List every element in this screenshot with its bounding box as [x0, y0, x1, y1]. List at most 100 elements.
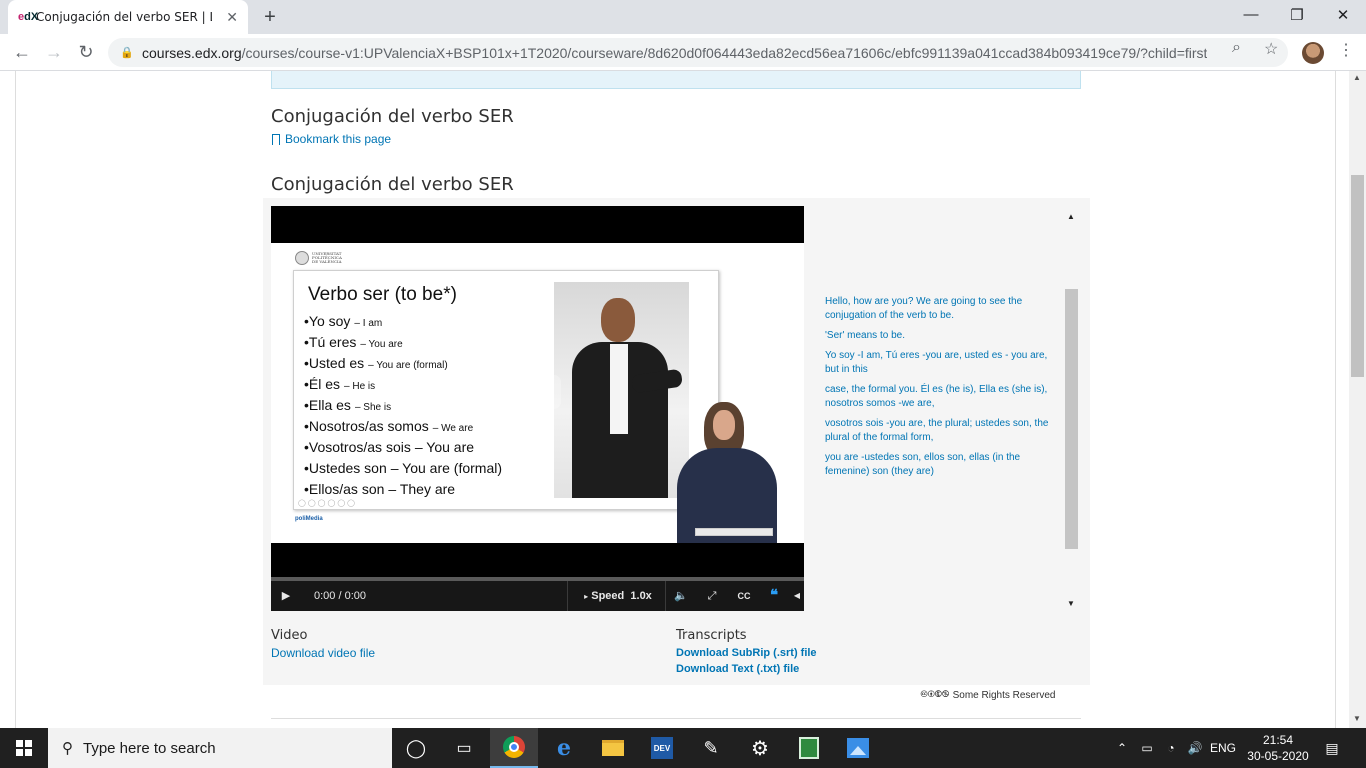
- file-explorer-taskbar-icon[interactable]: [589, 728, 637, 768]
- chart-app-taskbar-icon[interactable]: [785, 728, 833, 768]
- collapse-arrow-icon[interactable]: ◀: [790, 581, 804, 611]
- slide-bullet: • Yo soy – I am: [304, 313, 502, 334]
- notifications-icon[interactable]: ▤: [1320, 728, 1344, 768]
- video-player[interactable]: UNIVERSITAT POLITÈCNICA DE VALÈNCIA Verb…: [271, 206, 804, 611]
- url-host: courses.edx.org: [142, 44, 242, 61]
- play-icon[interactable]: ▶: [275, 581, 297, 611]
- video-controls: ▶ 0:00 / 0:00 ▸ Speed 1.0x 🔈 ⤢ CC ❝ ◀: [271, 581, 804, 611]
- taskbar-clock[interactable]: 21:54 30-05-2020: [1246, 732, 1310, 764]
- tab-title: Conjugación del verbo SER | La n: [36, 10, 212, 24]
- bullet-spanish: Él es: [308, 376, 341, 392]
- big-play-icon[interactable]: [513, 375, 561, 409]
- maximize-button[interactable]: ❐: [1282, 6, 1312, 24]
- slide-title: Verbo ser (to be*): [308, 284, 457, 305]
- battery-icon[interactable]: ▭: [1136, 728, 1158, 768]
- new-tab-button[interactable]: +: [260, 6, 280, 29]
- minimize-button[interactable]: —: [1236, 6, 1266, 23]
- folder-icon: [602, 740, 624, 756]
- slide-bullet: • Usted es – You are (formal): [304, 355, 502, 376]
- task-view-icon[interactable]: ▭: [440, 728, 488, 768]
- wifi-icon[interactable]: ◔: [1160, 728, 1182, 768]
- chrome-taskbar-icon[interactable]: [490, 728, 538, 768]
- photos-taskbar-icon[interactable]: [834, 728, 882, 768]
- closed-captions-icon[interactable]: CC: [732, 581, 756, 611]
- close-tab-icon[interactable]: ✕: [226, 9, 238, 26]
- page-scroll-thumb[interactable]: [1351, 175, 1364, 377]
- language-indicator[interactable]: ENG: [1208, 728, 1238, 768]
- clock-time: 21:54: [1262, 733, 1294, 747]
- close-window-button[interactable]: ✕: [1328, 6, 1358, 24]
- dev-taskbar-icon[interactable]: DEV: [638, 728, 686, 768]
- zoom-icon[interactable]: ⌕: [1232, 39, 1241, 57]
- windows-taskbar: ⚲ Type here to search ◯ ▭ e DEV ✎ ⚙ ⌃ ▭ …: [0, 728, 1366, 768]
- download-srt-link[interactable]: Download SubRip (.srt) file: [676, 645, 817, 661]
- polimedia-label-b: Media: [305, 516, 323, 522]
- slide-bullet: • Vosotros/as sois – You are: [304, 439, 502, 460]
- show-hidden-icons-icon[interactable]: ⌃: [1112, 728, 1132, 768]
- transcript-line[interactable]: case, the formal you. Él es (he is), Ell…: [825, 383, 1061, 411]
- university-name: UNIVERSITAT POLITÈCNICA DE VALÈNCIA: [312, 251, 342, 264]
- bullet-english: – You are: [360, 339, 403, 350]
- menu-dots-icon[interactable]: ⋮: [1338, 40, 1354, 60]
- transcript-panel: ▲ ▼ Hello, how are you? We are going to …: [809, 206, 1080, 611]
- chart-app-icon: [799, 737, 819, 759]
- reload-icon[interactable]: ↻: [74, 40, 98, 64]
- transcript-line[interactable]: Hello, how are you? We are going to see …: [825, 295, 1061, 323]
- transcript-line[interactable]: vosotros sois -you are, the plural; uste…: [825, 417, 1061, 445]
- control-divider: [665, 581, 666, 611]
- video-download-heading: Video: [271, 628, 308, 643]
- transcript-scroll-down-icon[interactable]: ▼: [1067, 599, 1075, 608]
- start-button[interactable]: [0, 728, 48, 768]
- bullet-english: – We are: [432, 423, 474, 434]
- page-viewport: Conjugación del verbo SER Bookmark this …: [0, 71, 1366, 728]
- man-shirt: [610, 344, 628, 434]
- bullet-spanish: Nosotros/as somos: [308, 418, 429, 434]
- back-arrow-icon[interactable]: ←: [10, 40, 34, 64]
- left-border: [15, 71, 16, 728]
- transcript-line[interactable]: Yo soy -I am, Tú eres -you are, usted es…: [825, 349, 1061, 377]
- fullscreen-icon[interactable]: ⤢: [700, 581, 724, 611]
- bullet-spanish: Tú eres: [308, 334, 357, 350]
- page-scrollbar[interactable]: ▲ ▼: [1349, 71, 1366, 728]
- url-path: /courses/course-v1:UPValenciaX+BSP101x+1…: [241, 44, 1208, 61]
- scroll-down-icon[interactable]: ▼: [1353, 714, 1361, 723]
- bullet-english: – You are (formal): [368, 360, 448, 371]
- bird-app-taskbar-icon[interactable]: ✎: [687, 728, 735, 768]
- video-downloads: Video Download video file: [271, 628, 375, 661]
- taskbar-search[interactable]: ⚲ Type here to search: [48, 728, 392, 768]
- license-notice[interactable]: 🅭🅯🅮🄏 Some Rights Reserved: [921, 689, 1055, 701]
- unit-title: Conjugación del verbo SER: [271, 106, 514, 127]
- slide-bullet: • Él es – He is: [304, 376, 502, 397]
- speed-button[interactable]: ▸ Speed 1.0x: [575, 581, 661, 611]
- transcript-line[interactable]: 'Ser' means to be.: [825, 329, 1061, 343]
- transcript-toggle-icon[interactable]: ❝: [762, 581, 786, 611]
- gear-icon: ⚙: [751, 737, 769, 760]
- cortana-icon[interactable]: ◯: [392, 728, 440, 768]
- transcript-line[interactable]: you are -ustedes son, ellos son, ellas (…: [825, 451, 1061, 479]
- address-bar[interactable]: 🔒 courses.edx.org/courses/course-v1:UPVa…: [108, 38, 1288, 67]
- video-heading: Conjugación del verbo SER: [271, 174, 514, 195]
- download-video-link[interactable]: Download video file: [271, 645, 375, 661]
- edx-favicon-icon: edX: [18, 11, 39, 23]
- transcript-scroll-thumb[interactable]: [1065, 289, 1078, 549]
- volume-icon[interactable]: 🔈: [669, 581, 693, 611]
- scroll-up-icon[interactable]: ▲: [1353, 73, 1361, 82]
- content-divider: [271, 718, 1081, 719]
- license-text: Some Rights Reserved: [952, 689, 1056, 701]
- bookmark-link[interactable]: Bookmark this page: [272, 132, 391, 146]
- browser-tab[interactable]: edX Conjugación del verbo SER | La n ✕: [8, 0, 248, 34]
- star-icon[interactable]: ☆: [1264, 39, 1278, 59]
- search-icon: ⚲: [62, 740, 73, 757]
- bullet-spanish: Yo soy: [308, 313, 351, 329]
- forward-arrow-icon[interactable]: →: [42, 40, 66, 64]
- clock-date: 30-05-2020: [1247, 749, 1309, 763]
- download-txt-link[interactable]: Download Text (.txt) file: [676, 661, 817, 677]
- profile-avatar[interactable]: [1302, 42, 1324, 64]
- edge-taskbar-icon[interactable]: e: [540, 728, 588, 768]
- bullet-spanish: Ella es: [308, 397, 351, 413]
- settings-taskbar-icon[interactable]: ⚙: [736, 728, 784, 768]
- bullet-spanish: Ustedes son: [308, 460, 387, 476]
- university-seal-icon: [295, 251, 309, 265]
- bookmark-icon: [272, 133, 280, 145]
- volume-tray-icon[interactable]: 🔊: [1184, 728, 1206, 768]
